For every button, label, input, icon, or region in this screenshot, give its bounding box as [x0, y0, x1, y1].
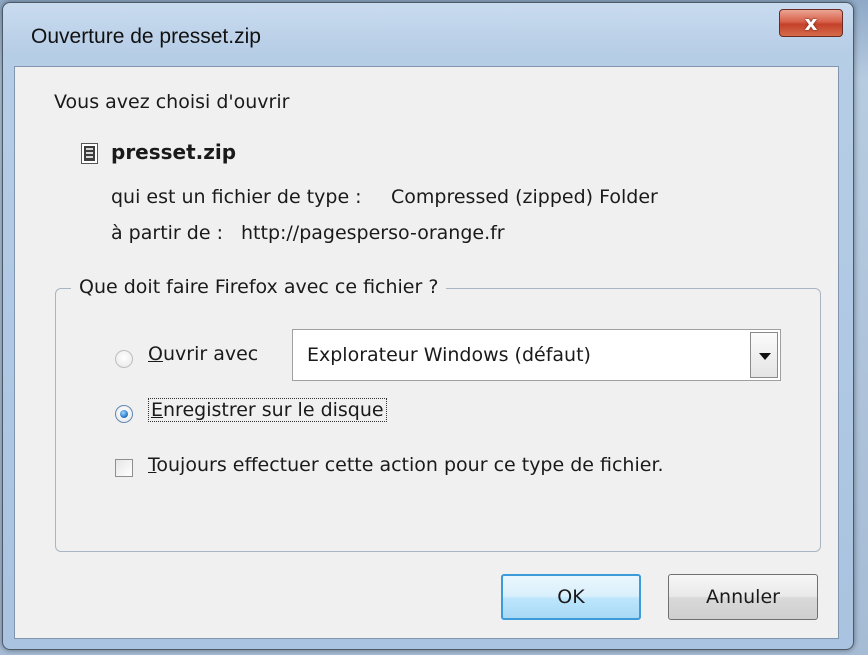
- source-url: http://pagesperso-orange.fr: [241, 222, 505, 244]
- file-type-label: qui est un fichier de type :: [111, 186, 362, 208]
- open-with-label[interactable]: Ouvrir avec: [148, 343, 258, 365]
- download-dialog: Ouverture de presset.zip x Vous avez cho…: [2, 2, 854, 650]
- always-label-rest: oujours effectuer cette action pour ce t…: [156, 454, 664, 476]
- application-select[interactable]: Explorateur Windows (défaut): [292, 329, 781, 381]
- chevron-down-icon[interactable]: [750, 332, 778, 378]
- save-accesskey: E: [151, 399, 164, 421]
- save-label-rest: nregistrer sur le disque: [163, 399, 384, 421]
- radio-selected-dot: [120, 410, 128, 418]
- application-select-value: Explorateur Windows (défaut): [307, 344, 591, 366]
- dialog-body: Vous avez choisi d'ouvrir presset.zip qu…: [14, 66, 839, 639]
- save-to-disk-radio[interactable]: [115, 405, 133, 423]
- title-bar[interactable]: Ouverture de presset.zip x: [3, 3, 853, 67]
- file-type-value: Compressed (zipped) Folder: [391, 186, 658, 208]
- cancel-button[interactable]: Annuler: [668, 574, 818, 620]
- open-with-label-rest: uvrir avec: [162, 343, 259, 365]
- close-button[interactable]: x: [779, 9, 843, 37]
- action-group-legend: Que doit faire Firefox avec ce fichier ?: [71, 276, 447, 298]
- zip-file-icon: [81, 143, 98, 164]
- save-to-disk-label[interactable]: Enregistrer sur le disque: [148, 398, 387, 422]
- always-do-this-checkbox[interactable]: [115, 459, 133, 477]
- open-with-accesskey: O: [148, 343, 163, 365]
- always-do-this-label[interactable]: Toujours effectuer cette action pour ce …: [148, 454, 664, 476]
- source-label: à partir de :: [111, 222, 223, 244]
- ok-button[interactable]: OK: [501, 574, 641, 620]
- file-name: presset.zip: [111, 140, 237, 164]
- intro-text: Vous avez choisi d'ouvrir: [54, 91, 290, 113]
- dialog-title: Ouverture de presset.zip: [31, 25, 261, 48]
- open-with-radio[interactable]: [115, 350, 133, 368]
